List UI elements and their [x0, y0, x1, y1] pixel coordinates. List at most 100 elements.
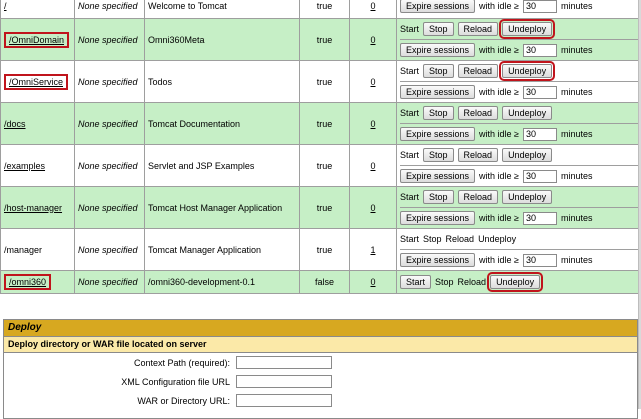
stop-button[interactable]: Stop [423, 190, 454, 204]
reload-button[interactable]: Reload [458, 148, 499, 162]
app-commands: Start Stop Reload Undeploy Expire sessio… [397, 61, 641, 103]
app-sessions-cell: 0 [350, 103, 397, 145]
app-display-name: Welcome to Tomcat [145, 0, 300, 19]
app-version: None specified [75, 0, 145, 19]
app-version: None specified [75, 229, 145, 271]
app-display-name: Tomcat Host Manager Application [145, 187, 300, 229]
stop-button[interactable]: Stop [423, 64, 454, 78]
app-version: None specified [75, 145, 145, 187]
app-sessions-cell: 0 [350, 271, 397, 294]
expire-sessions-button[interactable]: Expire sessions [400, 211, 475, 225]
start-label: Start [400, 192, 419, 202]
xml-config-input[interactable] [236, 375, 332, 388]
app-sessions-cell: 0 [350, 0, 397, 19]
app-path-link[interactable]: /host-manager [4, 203, 62, 213]
stop-button[interactable]: Stop [423, 106, 454, 120]
undeploy-button[interactable]: Undeploy [502, 22, 552, 36]
table-row: / None specified Welcome to Tomcat true … [1, 0, 641, 19]
expire-sessions-button[interactable]: Expire sessions [400, 253, 475, 267]
app-running: true [300, 229, 350, 271]
minutes-label: minutes [561, 1, 593, 11]
app-sessions-link[interactable]: 0 [370, 203, 375, 213]
reload-button[interactable]: Reload [458, 64, 499, 78]
app-sessions-cell: 0 [350, 19, 397, 61]
expire-sessions-button[interactable]: Expire sessions [400, 169, 475, 183]
minutes-label: minutes [561, 87, 593, 97]
deploy-subtitle: Deploy directory or WAR file located on … [4, 337, 637, 353]
war-dir-input[interactable] [236, 394, 332, 407]
app-running: true [300, 145, 350, 187]
app-path-cell: /omni360 [1, 271, 75, 294]
reload-button[interactable]: Reload [458, 106, 499, 120]
idle-minutes-input[interactable] [523, 0, 557, 13]
app-commands: Start Stop Reload Undeploy Expire sessio… [397, 229, 641, 271]
context-path-input[interactable] [236, 356, 332, 369]
reload-button[interactable]: Reload [458, 190, 499, 204]
app-running: true [300, 103, 350, 145]
idle-minutes-input[interactable] [523, 254, 557, 267]
idle-minutes-input[interactable] [523, 44, 557, 57]
expire-sessions-button[interactable]: Expire sessions [400, 85, 475, 99]
app-sessions-link[interactable]: 0 [370, 77, 375, 87]
idle-minutes-input[interactable] [523, 170, 557, 183]
stop-button[interactable]: Stop [423, 148, 454, 162]
app-sessions-cell: 0 [350, 61, 397, 103]
minutes-label: minutes [561, 129, 593, 139]
form-row-war-dir: WAR or Directory URL: [4, 391, 637, 410]
idle-minutes-input[interactable] [523, 212, 557, 225]
app-sessions-link[interactable]: 0 [370, 119, 375, 129]
app-sessions-link[interactable]: 0 [370, 35, 375, 45]
app-running: true [300, 187, 350, 229]
expire-sessions-button[interactable]: Expire sessions [400, 43, 475, 57]
app-path-link[interactable]: /manager [4, 245, 42, 255]
undeploy-button[interactable]: Undeploy [502, 148, 552, 162]
app-sessions-link[interactable]: 0 [370, 161, 375, 171]
app-display-name: Todos [145, 61, 300, 103]
app-sessions-link[interactable]: 0 [370, 1, 375, 11]
app-path-link[interactable]: /OmniDomain [9, 35, 64, 45]
with-idle-label: with idle ≥ [479, 255, 519, 265]
app-display-name: /omni360-development-0.1 [145, 271, 300, 294]
war-dir-label: WAR or Directory URL: [4, 396, 236, 406]
start-button[interactable]: Start [400, 275, 431, 289]
undeploy-button[interactable]: Undeploy [502, 64, 552, 78]
expire-sessions-button[interactable]: Expire sessions [400, 0, 475, 13]
app-version: None specified [75, 61, 145, 103]
idle-minutes-input[interactable] [523, 128, 557, 141]
app-path-cell: /manager [1, 229, 75, 271]
app-version: None specified [75, 271, 145, 294]
app-commands: Start Stop Reload Undeploy Expire sessio… [397, 187, 641, 229]
app-path-cell: /OmniDomain [1, 19, 75, 61]
app-path-link[interactable]: /omni360 [9, 277, 46, 287]
app-display-name: Omni360Meta [145, 19, 300, 61]
app-running: true [300, 61, 350, 103]
stop-button[interactable]: Stop [423, 22, 454, 36]
app-display-name: Tomcat Manager Application [145, 229, 300, 271]
app-path-link[interactable]: /OmniService [9, 77, 63, 87]
app-running: true [300, 19, 350, 61]
app-version: None specified [75, 19, 145, 61]
app-commands: Start Stop Reload Undeploy [397, 271, 641, 294]
app-path-link[interactable]: /examples [4, 161, 45, 171]
app-path-link[interactable]: / [4, 1, 7, 11]
app-path-cell: /OmniService [1, 61, 75, 103]
minutes-label: minutes [561, 171, 593, 181]
undeploy-button[interactable]: Undeploy [502, 190, 552, 204]
app-path-cell: /examples [1, 145, 75, 187]
with-idle-label: with idle ≥ [479, 213, 519, 223]
app-sessions-cell: 0 [350, 187, 397, 229]
reload-button[interactable]: Reload [458, 22, 499, 36]
app-sessions-link[interactable]: 0 [370, 277, 375, 287]
app-sessions-link[interactable]: 1 [370, 245, 375, 255]
undeploy-button[interactable]: Undeploy [490, 275, 540, 289]
undeploy-button[interactable]: Undeploy [502, 106, 552, 120]
table-row: /OmniDomain None specified Omni360Meta t… [1, 19, 641, 61]
with-idle-label: with idle ≥ [479, 45, 519, 55]
app-path-link[interactable]: /docs [4, 119, 26, 129]
table-row: /OmniService None specified Todos true 0… [1, 61, 641, 103]
table-row: /host-manager None specified Tomcat Host… [1, 187, 641, 229]
expire-sessions-button[interactable]: Expire sessions [400, 127, 475, 141]
table-row: /examples None specified Servlet and JSP… [1, 145, 641, 187]
idle-minutes-input[interactable] [523, 86, 557, 99]
deploy-title: Deploy [4, 320, 637, 337]
